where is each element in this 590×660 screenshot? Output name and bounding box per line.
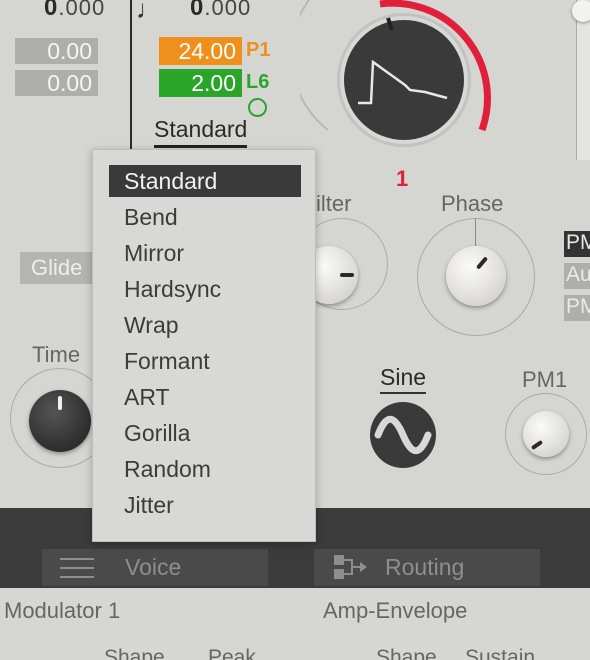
value-box-2[interactable]: 0.00 bbox=[15, 70, 98, 96]
wave-index: 1 bbox=[396, 166, 409, 191]
menu-item-jitter[interactable]: Jitter bbox=[109, 489, 301, 521]
tab-voice-label: Voice bbox=[125, 554, 182, 580]
waveform-selector[interactable]: Sine bbox=[380, 364, 427, 394]
shape-label-1: Shape bbox=[104, 646, 165, 660]
pm-tag-2[interactable]: PM bbox=[564, 295, 590, 321]
add-mod-circle-icon[interactable] bbox=[248, 98, 267, 117]
peak-label: Peak bbox=[208, 646, 256, 660]
menu-item-formant[interactable]: Formant bbox=[109, 345, 301, 377]
filter-knob-indicator bbox=[340, 273, 354, 277]
scrollbar-handle[interactable] bbox=[572, 0, 590, 22]
top-left-value[interactable]: 0.000 bbox=[44, 0, 105, 22]
top-left-value-main: 0 bbox=[44, 0, 59, 21]
menu-item-mirror[interactable]: Mirror bbox=[109, 237, 301, 269]
pm1-label: PM1 bbox=[522, 367, 568, 392]
note-icon: ♩ bbox=[136, 0, 162, 24]
phase-knob-indicator bbox=[475, 256, 489, 270]
wave-position-display[interactable] bbox=[300, 0, 510, 170]
modulator-title[interactable]: Modulator 1 bbox=[4, 598, 120, 624]
mod-amount-green[interactable]: 2.00 bbox=[159, 69, 242, 97]
amp-envelope-title[interactable]: Amp-Envelope bbox=[323, 598, 467, 624]
time-knob[interactable] bbox=[29, 390, 91, 452]
mod-source-p1[interactable]: P1 bbox=[246, 39, 270, 62]
scrollbar-track[interactable] bbox=[576, 0, 590, 160]
pm-tag[interactable]: PM bbox=[564, 231, 590, 257]
menu-item-bend[interactable]: Bend bbox=[109, 201, 301, 233]
tab-routing[interactable]: Routing bbox=[314, 549, 540, 586]
menu-lines-icon bbox=[60, 558, 94, 578]
sine-wave-icon[interactable] bbox=[370, 402, 436, 468]
mod-amount-orange[interactable]: 24.00 bbox=[159, 37, 242, 65]
phase-label: Phase bbox=[441, 191, 504, 216]
separator-line bbox=[130, 0, 132, 150]
au-tag[interactable]: Au bbox=[564, 263, 590, 289]
menu-item-standard[interactable]: Standard bbox=[109, 165, 301, 197]
tab-voice[interactable]: Voice bbox=[42, 549, 268, 586]
pm1-knob[interactable] bbox=[523, 411, 569, 457]
mod-source-l6[interactable]: L6 bbox=[246, 71, 269, 94]
top-mid-value[interactable]: 0.000 bbox=[190, 0, 251, 22]
value-box-1[interactable]: 0.00 bbox=[15, 38, 98, 64]
menu-item-gorilla[interactable]: Gorilla bbox=[109, 417, 301, 449]
wave-mode-selector[interactable]: Standard bbox=[154, 116, 248, 148]
routing-icon bbox=[334, 555, 367, 579]
time-knob-indicator bbox=[58, 396, 62, 410]
filter-label: ilter bbox=[316, 191, 352, 216]
shape-label-2: Shape bbox=[376, 646, 437, 660]
phase-knob-center-mark bbox=[475, 218, 476, 248]
top-mid-value-main: 0 bbox=[190, 0, 205, 21]
sustain-label: Sustain bbox=[465, 646, 536, 660]
menu-item-random[interactable]: Random bbox=[109, 453, 301, 485]
phase-knob[interactable] bbox=[446, 246, 506, 306]
menu-item-wrap[interactable]: Wrap bbox=[109, 309, 301, 341]
pm1-knob-indicator bbox=[530, 439, 544, 451]
menu-item-hardsync[interactable]: Hardsync bbox=[109, 273, 301, 305]
glide-button[interactable]: Glide bbox=[20, 252, 93, 284]
menu-item-art[interactable]: ART bbox=[109, 381, 301, 413]
top-mid-value-frac: .000 bbox=[204, 0, 252, 20]
wave-mode-dropdown: Standard Bend Mirror Hardsync Wrap Forma… bbox=[92, 149, 316, 542]
time-label: Time bbox=[32, 342, 81, 367]
top-left-value-frac: .000 bbox=[58, 0, 106, 20]
tab-routing-label: Routing bbox=[385, 554, 465, 580]
